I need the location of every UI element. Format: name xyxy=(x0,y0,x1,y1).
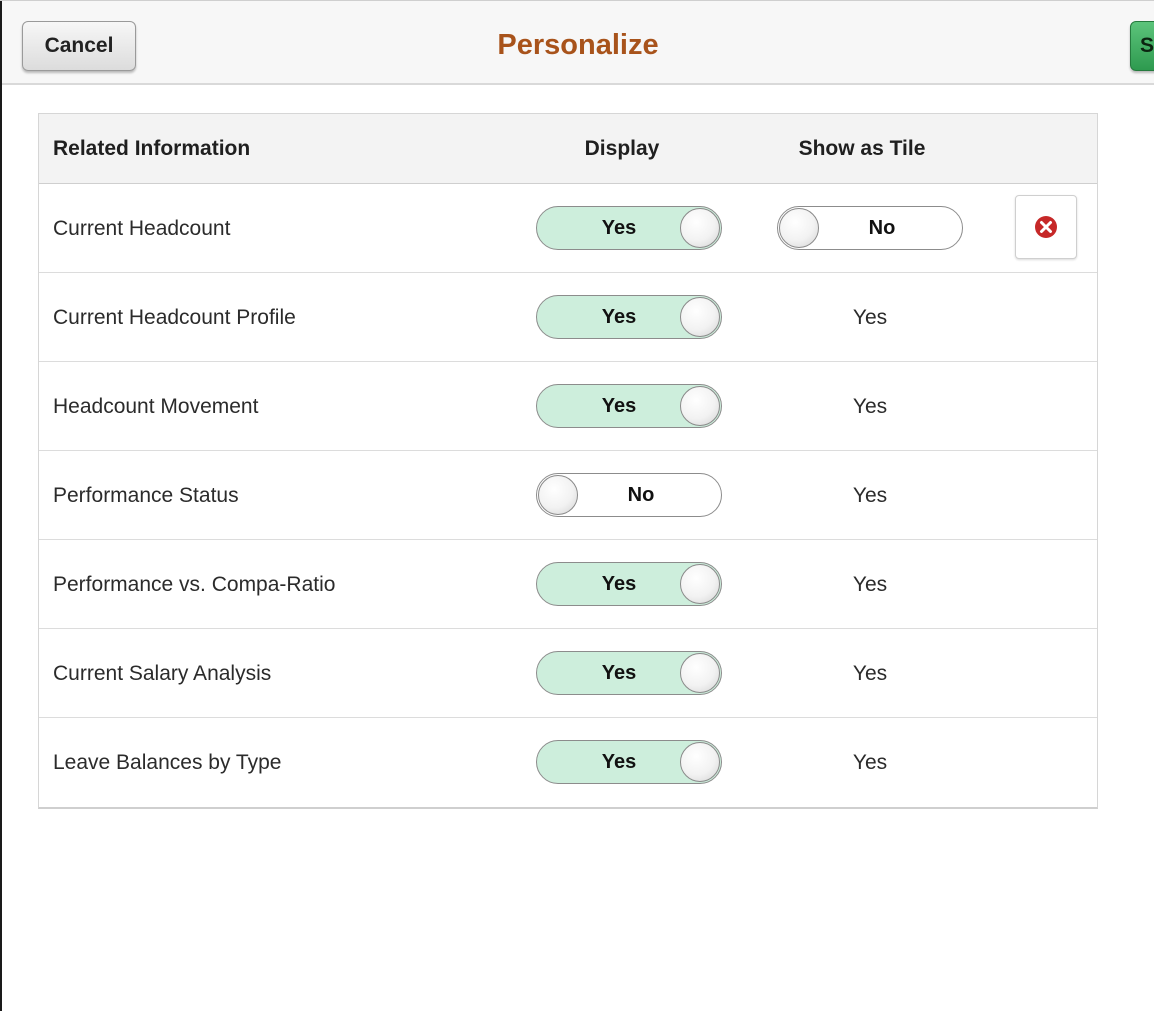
table-row: Leave Balances by Type Yes Yes xyxy=(39,718,1097,807)
display-toggle[interactable]: Yes xyxy=(536,651,722,695)
show-as-tile-value: Yes xyxy=(852,662,888,685)
grid-body: Current Headcount Yes No Current Headcount … xyxy=(39,184,1097,807)
row-label: Leave Balances by Type xyxy=(53,751,282,774)
toggle-knob xyxy=(680,208,720,248)
display-toggle[interactable]: Yes xyxy=(536,740,722,784)
row-label: Performance vs. Compa-Ratio xyxy=(53,573,336,596)
display-toggle[interactable]: Yes xyxy=(536,384,722,428)
show-as-tile-value: Yes xyxy=(852,484,888,507)
toggle-knob xyxy=(779,208,819,248)
grid-header: Related Information Display Show as Tile xyxy=(39,114,1097,184)
toggle-knob xyxy=(680,564,720,604)
row-label: Current Salary Analysis xyxy=(53,662,272,685)
show-as-tile-toggle[interactable]: No xyxy=(777,206,963,250)
toggle-knob xyxy=(680,386,720,426)
display-toggle-label: Yes xyxy=(601,662,637,684)
show-as-tile-value: Yes xyxy=(852,395,888,418)
display-toggle-label: Yes xyxy=(601,751,637,773)
table-row: Performance vs. Compa-Ratio Yes Yes xyxy=(39,540,1097,629)
row-label: Current Headcount Profile xyxy=(53,306,296,329)
display-toggle-label: Yes xyxy=(601,395,637,417)
display-toggle-label: No xyxy=(627,484,655,506)
display-toggle-label: Yes xyxy=(601,573,637,595)
show-as-tile-value: Yes xyxy=(852,306,888,329)
table-row: Current Headcount Yes No xyxy=(39,184,1097,273)
display-toggle[interactable]: No xyxy=(536,473,722,517)
display-toggle-label: Yes xyxy=(601,217,637,239)
table-row: Headcount Movement Yes Yes xyxy=(39,362,1097,451)
column-header-related-information: Related Information xyxy=(53,137,251,160)
toggle-knob xyxy=(680,742,720,782)
show-as-tile-toggle-label: No xyxy=(868,217,896,239)
table-row: Current Salary Analysis Yes Yes xyxy=(39,629,1097,718)
table-row: Current Headcount Profile Yes Yes xyxy=(39,273,1097,362)
row-label: Performance Status xyxy=(53,484,239,507)
page-header: Cancel Personalize Save xyxy=(2,1,1154,85)
page-title: Personalize xyxy=(497,29,659,61)
display-toggle[interactable]: Yes xyxy=(536,295,722,339)
show-as-tile-value: Yes xyxy=(852,573,888,596)
row-label: Headcount Movement xyxy=(53,395,259,418)
column-header-display: Display xyxy=(584,137,660,160)
display-toggle-label: Yes xyxy=(601,306,637,328)
toggle-knob xyxy=(680,653,720,693)
display-toggle[interactable]: Yes xyxy=(536,562,722,606)
close-circle-icon xyxy=(1035,216,1057,238)
delete-row-button[interactable] xyxy=(1015,195,1077,259)
display-toggle[interactable]: Yes xyxy=(536,206,722,250)
save-button[interactable]: Save xyxy=(1130,21,1154,71)
row-label: Current Headcount xyxy=(53,217,231,240)
toggle-knob xyxy=(680,297,720,337)
toggle-knob xyxy=(538,475,578,515)
related-information-grid: Related Information Display Show as Tile… xyxy=(38,113,1098,809)
window-left-border xyxy=(0,0,2,1011)
show-as-tile-value: Yes xyxy=(852,751,888,774)
table-row: Performance Status No Yes xyxy=(39,451,1097,540)
column-header-show-as-tile: Show as Tile xyxy=(798,137,926,160)
